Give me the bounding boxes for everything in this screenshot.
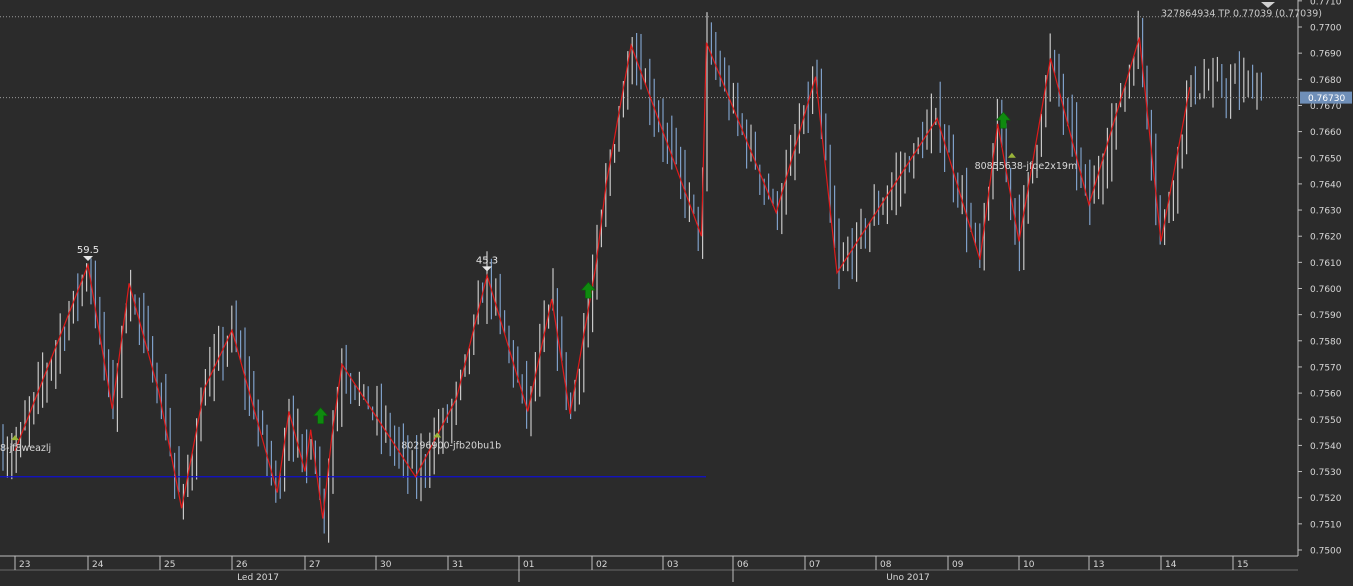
day-tick-label: 06 — [737, 560, 749, 570]
price-tick-label: 0.7700 — [1310, 24, 1342, 34]
day-tick-label: 14 — [1165, 560, 1177, 570]
price-tick-label: 0.7690 — [1310, 50, 1342, 60]
day-tick-label: 30 — [380, 560, 392, 570]
day-tick-label: 09 — [952, 560, 964, 570]
price-chart-svg[interactable]: 327864934 TP 0.77039 (0.77039) 59.545.38… — [0, 0, 1353, 583]
day-tick-label: 07 — [809, 560, 820, 570]
price-tick-label: 0.7510 — [1310, 520, 1342, 530]
day-tick-label: 13 — [1093, 560, 1104, 570]
price-tick-label: 0.7680 — [1310, 76, 1342, 86]
price-tick-label: 0.7550 — [1310, 416, 1342, 426]
month-label: Uno 2017 — [886, 573, 930, 582]
price-tick-label: 0.7640 — [1310, 180, 1342, 190]
price-tick-label: 0.7590 — [1310, 311, 1342, 321]
price-tick-label: 0.7570 — [1310, 363, 1342, 373]
price-tick-label: 0.7660 — [1310, 128, 1342, 138]
price-tick-label: 0.7710 — [1310, 0, 1342, 7]
price-chart[interactable]: 327864934 TP 0.77039 (0.77039) 59.5 45.3 8… — [0, 0, 1353, 583]
day-tick-label: 10 — [1023, 560, 1035, 570]
day-tick-label: 25 — [164, 560, 175, 570]
current-price-label: 0.76730 — [1308, 94, 1345, 104]
price-tick-label: 0.7600 — [1310, 285, 1342, 295]
day-tick-label: 26 — [236, 560, 248, 570]
day-tick-label: 03 — [667, 560, 678, 570]
price-tick-label: 0.7530 — [1310, 468, 1342, 478]
day-tick-label: 23 — [19, 560, 30, 570]
price-tick-label: 0.7500 — [1310, 547, 1342, 557]
fractal-label: 45.3 — [476, 255, 498, 266]
price-tick-label: 0.7610 — [1310, 259, 1342, 269]
price-tick-label: 0.7540 — [1310, 442, 1342, 452]
day-tick-label: 08 — [880, 560, 892, 570]
day-tick-label: 31 — [452, 560, 463, 570]
month-label: Led 2017 — [237, 573, 279, 582]
trade-label: 8-jf8weazlj — [0, 443, 51, 454]
price-tick-label: 0.7560 — [1310, 390, 1342, 400]
day-tick-label: 27 — [309, 560, 320, 570]
price-tick-label: 0.7620 — [1310, 233, 1342, 243]
price-tick-label: 0.7580 — [1310, 337, 1342, 347]
day-tick-label: 01 — [523, 560, 534, 570]
price-tick-label: 0.7650 — [1310, 154, 1342, 164]
fractal-label: 59.5 — [77, 245, 99, 256]
day-tick-label: 15 — [1237, 560, 1248, 570]
trade-label: 80855638-jfqe2x19m — [975, 161, 1078, 172]
day-tick-label: 02 — [596, 560, 607, 570]
price-tick-label: 0.7630 — [1310, 207, 1342, 217]
chart-background — [0, 0, 1353, 582]
trade-label: 80296900-jfb20bu1b — [401, 441, 501, 452]
price-tick-label: 0.7520 — [1310, 494, 1342, 504]
day-tick-label: 24 — [92, 560, 104, 570]
